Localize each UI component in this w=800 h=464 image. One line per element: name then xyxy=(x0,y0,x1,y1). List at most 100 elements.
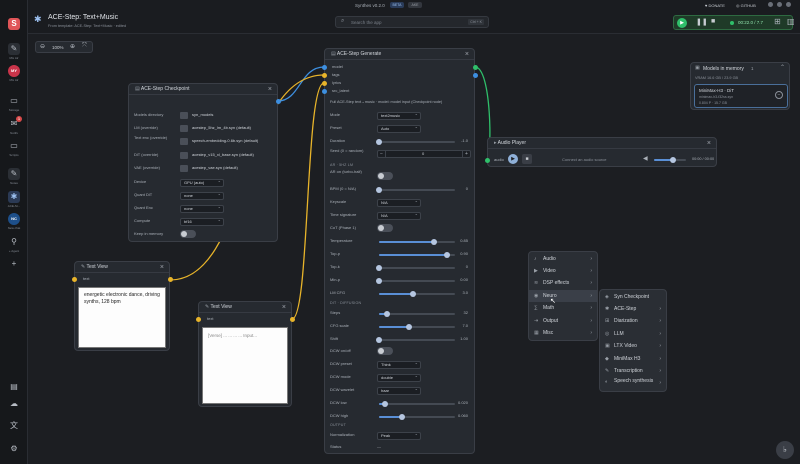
text-view-content[interactable]: energetic electronic dance, driving synt… xyxy=(78,287,166,348)
input-port-tags[interactable] xyxy=(322,73,327,78)
folder-icon[interactable] xyxy=(180,125,188,132)
min-p-slider[interactable] xyxy=(376,278,455,284)
keep-memory-toggle[interactable] xyxy=(180,230,196,238)
ar-toggle[interactable] xyxy=(377,172,393,180)
volume-slider[interactable] xyxy=(654,157,686,163)
cfg-scale-slider[interactable] xyxy=(379,324,455,330)
keyscale-select[interactable]: N/A xyxy=(377,199,421,207)
layout-icon[interactable]: ⊞ xyxy=(774,17,781,26)
dcw-low-slider[interactable] xyxy=(379,401,455,407)
submenu-item-transcription[interactable]: ✎ Transcription › xyxy=(600,365,666,377)
menu-item-misc[interactable]: ▦ Misc › xyxy=(529,327,597,339)
steps-slider[interactable] xyxy=(379,311,455,317)
rail-item-mix-air[interactable]: ✎ Mix Air xyxy=(0,43,28,60)
rail-translate-button[interactable]: 文 xyxy=(0,420,28,432)
submenu-item-ltx-video[interactable]: ▣ LTX Video › xyxy=(600,340,666,352)
menu-item-output[interactable]: ⇥ Output › xyxy=(529,315,597,327)
text-view-node-1[interactable]: ✎ Text View × text energetic electronic d… xyxy=(72,261,173,351)
play-button[interactable]: ▶ xyxy=(677,18,687,28)
dcw-toggle[interactable] xyxy=(377,347,393,355)
folder-icon[interactable] xyxy=(180,165,188,172)
folder-icon[interactable] xyxy=(180,152,188,159)
rail-app-logo[interactable]: S xyxy=(0,18,28,30)
input-port-src-latent[interactable] xyxy=(322,89,327,94)
panel-icon[interactable]: ▥ xyxy=(787,17,795,26)
pause-button[interactable]: ❚❚ xyxy=(696,18,708,26)
rail-item-avatar[interactable]: MY Mix Air xyxy=(0,65,28,82)
output-port-text[interactable] xyxy=(168,277,173,282)
dcw-wavelet-select[interactable]: haar xyxy=(377,387,421,395)
microphone-button[interactable]: ♭ xyxy=(776,441,794,459)
input-port-lyrics[interactable] xyxy=(322,81,327,86)
quant-enc-select[interactable]: none xyxy=(180,205,224,213)
zoom-out-icon[interactable]: ⊖ xyxy=(40,43,45,50)
close-icon[interactable]: × xyxy=(707,138,711,149)
search-box[interactable]: ⌕ Search the app Ctrl + K xyxy=(335,16,489,28)
submenu-item-minimax[interactable]: ◆ MiniMax H3 › xyxy=(600,353,666,365)
rail-item-storage[interactable]: ▭ Storage xyxy=(0,95,28,112)
donate-link[interactable]: ♥ DONATE xyxy=(705,3,725,8)
minus-icon[interactable]: − xyxy=(378,151,386,157)
stop-button[interactable]: ■ xyxy=(711,18,715,25)
github-link[interactable]: ◎ GITHUB xyxy=(736,3,756,8)
cot-toggle[interactable] xyxy=(377,224,393,232)
rail-item-acestep[interactable]: ✱ ACE-St... xyxy=(0,191,28,208)
time-signature-select[interactable]: N/A xyxy=(377,212,421,220)
memory-model-card[interactable]: MiniMax-H3 · DiT minimax-h3-f32ss.syn 0.… xyxy=(694,84,788,108)
submenu-item-syn-checkpoint[interactable]: ◈ Syn Checkpoint xyxy=(600,291,666,303)
rail-item-notifs[interactable]: ✉ 1 Notifs xyxy=(0,116,28,135)
window-dot-icon[interactable] xyxy=(768,2,773,7)
rail-add-button[interactable]: + xyxy=(0,258,28,270)
text-view-node-2[interactable]: ✎ Text View × text [Verse] ... ... ... ..… xyxy=(196,301,295,407)
input-port-text[interactable] xyxy=(196,317,201,322)
input-port-model[interactable] xyxy=(322,65,327,70)
menu-item-video[interactable]: ▶ Video › xyxy=(529,265,597,277)
dcw-high-slider[interactable] xyxy=(379,414,455,420)
plus-icon[interactable]: + xyxy=(462,151,470,157)
checkpoint-node[interactable]: ▤ ACE-Step Checkpoint × Models directory s… xyxy=(128,83,281,242)
player-stop-button[interactable]: ■ xyxy=(522,154,532,164)
lm-cfg-slider[interactable] xyxy=(379,291,455,297)
generate-node[interactable]: ▤ ACE-Step Generate × model tags lyrics s… xyxy=(322,48,478,454)
rail-cloud-button[interactable]: ☁ xyxy=(0,398,28,410)
device-select[interactable]: GPU (auto) xyxy=(180,179,224,187)
mode-select[interactable]: text2music xyxy=(377,112,421,120)
rail-settings-button[interactable]: ⚙ xyxy=(0,443,28,455)
top-k-slider[interactable] xyxy=(376,265,455,271)
output-port-latent[interactable] xyxy=(473,73,478,78)
top-p-slider[interactable] xyxy=(379,252,455,258)
rail-item-notes[interactable]: ✎ Notes xyxy=(0,168,28,185)
fit-view-icon[interactable]: ⤧ xyxy=(82,43,87,50)
menu-item-dsp[interactable]: ≋ DSP effects › xyxy=(529,277,597,289)
folder-icon[interactable] xyxy=(180,112,188,119)
input-port-text[interactable] xyxy=(72,277,77,282)
rail-item-new-chat[interactable]: NC New chat xyxy=(0,213,28,230)
rail-item-scripts[interactable]: ▭ Scripts xyxy=(0,140,28,157)
close-icon[interactable]: × xyxy=(160,262,164,273)
menu-item-neuro[interactable]: ◉ Neuro › xyxy=(529,290,597,302)
close-icon[interactable]: × xyxy=(268,84,272,95)
quant-dit-select[interactable]: none xyxy=(180,192,224,200)
dcw-preset-select[interactable]: Think xyxy=(377,361,421,369)
zoom-in-icon[interactable]: ⊕ xyxy=(70,43,75,50)
volume-icon[interactable]: ◀ xyxy=(643,155,648,162)
output-port-text[interactable] xyxy=(290,317,295,322)
submenu-item-ace-step[interactable]: ✱ ACE-Step › xyxy=(600,303,666,315)
close-icon[interactable]: × xyxy=(282,302,286,313)
unload-icon[interactable]: − xyxy=(775,91,783,99)
normalization-select[interactable]: Peak xyxy=(377,432,421,440)
submenu-item-speech-synthesis[interactable]: ◐ Speech synthesis xyxy=(600,377,656,391)
bpm-slider[interactable] xyxy=(376,187,455,193)
preset-select[interactable]: Auto xyxy=(377,125,421,133)
duration-slider[interactable] xyxy=(376,139,455,145)
close-icon[interactable]: × xyxy=(465,49,469,60)
folder-icon[interactable] xyxy=(180,138,188,145)
audio-player-node[interactable]: ▸ Audio Player × audio ▶ ■ Connect an aud… xyxy=(485,137,717,167)
submenu-item-diarization[interactable]: ⊞ Diarization › xyxy=(600,315,666,327)
window-dot-icon[interactable] xyxy=(786,2,791,7)
text-view-content[interactable]: [Verse] ... ... ... ... Input... xyxy=(202,327,288,404)
seed-stepper[interactable]: − 0 + xyxy=(377,150,471,158)
compute-select[interactable]: bf16 xyxy=(180,218,224,226)
input-port-audio[interactable] xyxy=(485,158,490,163)
output-port-model[interactable] xyxy=(276,99,281,104)
